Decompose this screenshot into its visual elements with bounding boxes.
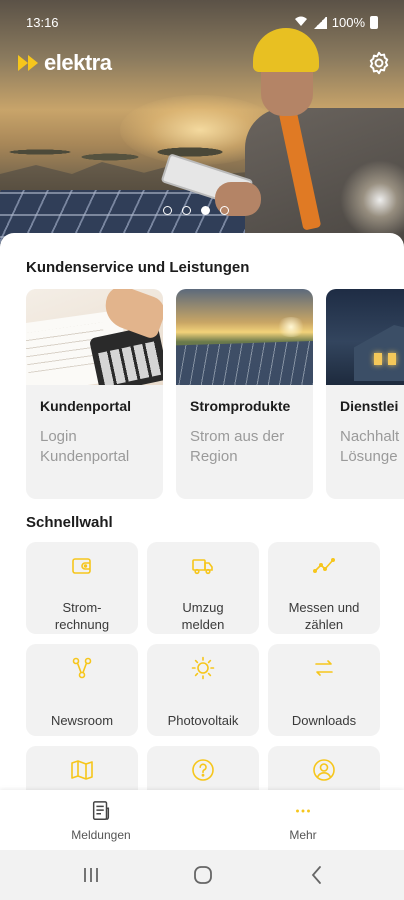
quick-tile-stromrechnung[interactable]: Strom- rechnung [26,542,138,634]
more-dots-icon [291,800,315,822]
wallet-icon [70,554,94,578]
gear-icon[interactable] [366,50,392,76]
card-image-house-night [326,289,404,385]
nav-label: Meldungen [71,828,131,842]
question-icon [191,758,215,782]
nav-label: Mehr [289,828,317,842]
battery-percent: 100% [331,15,365,30]
card-title: Kundenportal [40,398,131,414]
tile-label: Photovoltaik [167,713,239,728]
tile-label: Downloads [291,713,357,728]
content-sheet: Kundenservice und Leistungen Kundenporta… [0,233,404,800]
map-icon [70,758,94,782]
tile-label: Strom- rechnung [54,600,110,632]
carousel-dots [163,206,229,215]
bottom-navigation: Meldungen Mehr [0,790,404,850]
network-icon [70,656,94,680]
tile-label: Newsroom [50,713,114,728]
nav-item-mehr[interactable]: Mehr [243,800,363,842]
quick-tile-messen[interactable]: Messen und zählen [268,542,380,634]
service-card-stromprodukte[interactable]: Stromprodukte Strom aus der Region [176,289,313,499]
battery-icon [370,16,378,29]
logo-mark-icon [18,55,40,71]
carousel-dot-active[interactable] [201,206,210,215]
status-time: 13:16 [26,15,59,30]
tile-label: Umzug melden [181,600,225,632]
home-icon[interactable] [192,864,214,886]
status-bar: 13:16 100% [0,0,404,44]
quick-tile-umzug[interactable]: Umzug melden [147,542,259,634]
card-subtitle: Login Kundenportal [40,428,130,465]
app-screen: 13:16 100% elektra Kundenservice und Lei… [0,0,404,900]
card-image-calculator [26,289,163,385]
card-subtitle: Nachhalt Lösunge [340,428,400,465]
quick-tile-downloads[interactable]: Downloads [268,644,380,736]
nav-item-meldungen[interactable]: Meldungen [41,800,161,842]
card-title: Dienstlei [340,398,399,414]
status-icons: 100% [294,15,378,30]
carousel-dot[interactable] [182,206,191,215]
carousel-dot[interactable] [163,206,172,215]
quick-tile-photovoltaik[interactable]: Photovoltaik [147,644,259,736]
services-section-title: Kundenservice und Leistungen [26,259,250,276]
chart-line-icon [312,554,336,578]
truck-icon [191,554,215,578]
quick-section-title: Schnellwahl [26,514,113,531]
tile-label: Messen und zählen [288,600,360,632]
card-image-solar-field [176,289,313,385]
quick-tile-newsroom[interactable]: Newsroom [26,644,138,736]
system-navigation-bar [0,850,404,900]
swap-arrows-icon [312,656,336,680]
wifi-icon [294,15,308,30]
brand-logo: elektra [18,50,112,76]
card-subtitle: Strom aus der Region [190,428,285,465]
service-card-dienstleistungen[interactable]: Dienstlei Nachhalt Lösunge [326,289,404,499]
sun-icon [191,656,215,680]
recent-apps-icon[interactable] [80,864,102,886]
carousel-dot[interactable] [220,206,229,215]
back-icon[interactable] [306,864,328,886]
user-icon [312,758,336,782]
service-card-kundenportal[interactable]: Kundenportal Login Kundenportal [26,289,163,499]
signal-icon [312,16,327,29]
card-title: Stromprodukte [190,398,291,414]
document-icon [89,800,113,822]
brand-name: elektra [44,50,112,75]
